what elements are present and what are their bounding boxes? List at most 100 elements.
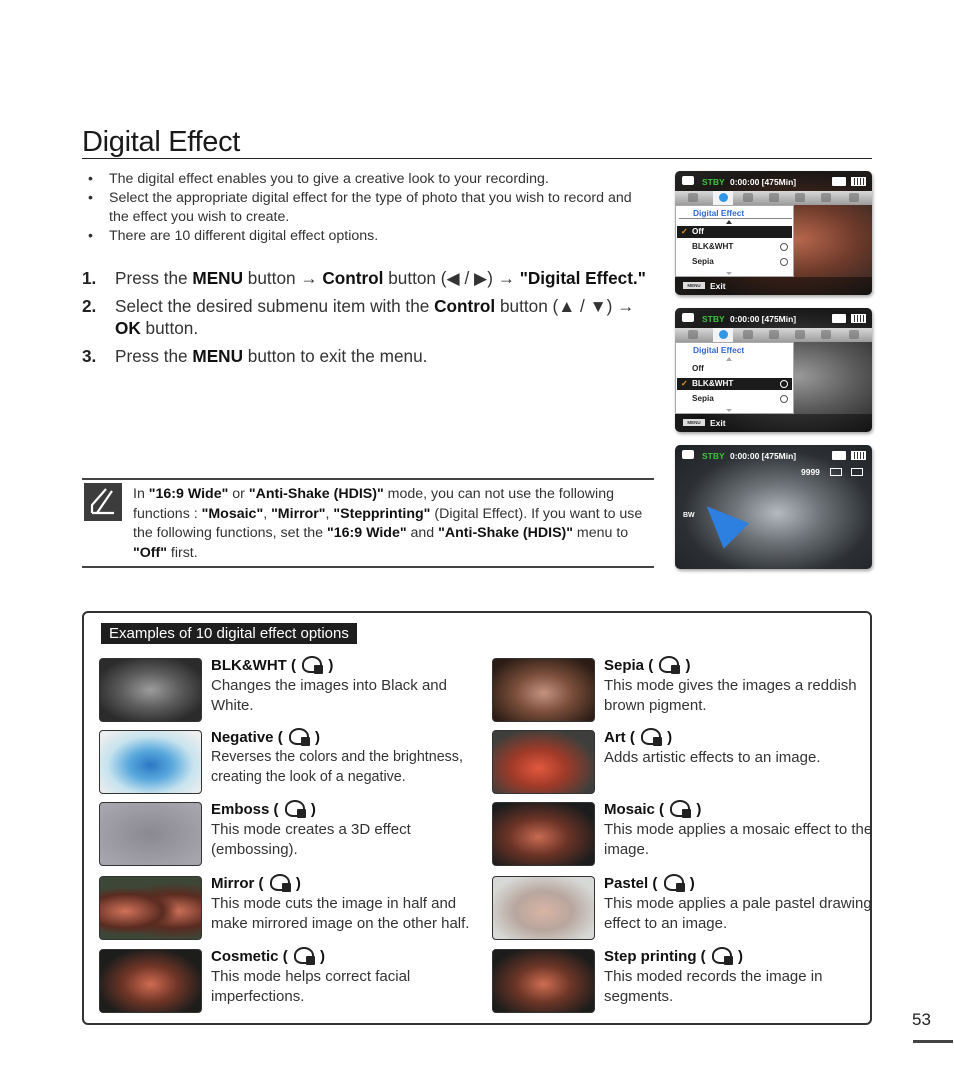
scroll-up-icon[interactable]	[726, 220, 732, 224]
menu-item-sepia[interactable]: Sepia	[677, 393, 792, 405]
digital-effect-tab-icon[interactable]	[719, 193, 728, 202]
menu-item-blkwht[interactable]: BLK&WHT	[677, 241, 792, 253]
status-bar: STBY 0:00:00 [475Min]	[675, 171, 872, 191]
standby-label: STBY	[702, 314, 725, 324]
page-title: Digital Effect	[82, 126, 241, 158]
menu-item-label: Off	[692, 364, 704, 373]
menu-item-label: BLK&WHT	[692, 242, 734, 251]
text: button to exit the menu.	[243, 346, 428, 366]
scene-tab-icon[interactable]	[688, 193, 698, 202]
menu-item-sepia[interactable]: Sepia	[677, 256, 792, 268]
step-text: Select the desired submenu item with the…	[115, 296, 634, 338]
scroll-up-icon[interactable]	[726, 357, 732, 361]
effect-thumbnail	[492, 802, 595, 866]
menu-item-label: Off	[692, 227, 704, 236]
sepia-effect-icon	[659, 656, 681, 674]
menu-item-off[interactable]: ✓ Off	[677, 226, 792, 238]
tab-icon[interactable]	[795, 193, 805, 202]
menu-tab-bar	[675, 328, 872, 342]
effect-description: This mode applies a pale pastel drawing …	[604, 895, 872, 932]
tab-icon[interactable]	[743, 193, 753, 202]
step-number: 3.	[82, 346, 97, 366]
menu-title: Digital Effect	[693, 208, 745, 218]
step-printing-effect-icon	[711, 947, 733, 965]
effect-description: This mode helps correct facial imperfect…	[211, 968, 411, 1005]
standby-label: STBY	[702, 177, 725, 187]
digital-effect-menu: Digital Effect Off ✓ BLK&WHT Sepia	[675, 342, 794, 414]
effect-thumbnail	[99, 802, 202, 866]
effect-description: This mode applies a mosaic effect to the…	[604, 821, 873, 858]
bullet-item: There are 10 different digital effect op…	[88, 227, 648, 246]
effect-example: Pastel ( ) This mode applies a pale paste…	[492, 874, 872, 940]
step-number: 2.	[82, 296, 97, 316]
text: or	[228, 486, 249, 502]
text: and	[406, 525, 439, 541]
effect-name: Mosaic	[604, 801, 655, 818]
effect-example: BLK&WHT ( ) Changes the images into Black…	[99, 656, 479, 722]
tab-icon[interactable]	[821, 330, 831, 339]
effect-thumbnail	[99, 949, 202, 1013]
video-camera-icon	[682, 313, 694, 322]
text: button.	[140, 318, 199, 338]
step-item: 3. Press the MENU button to exit the menu…	[82, 345, 662, 367]
title-divider	[82, 158, 872, 159]
step-text: Press the MENU button → Control button (…	[115, 268, 646, 288]
menu-item-off[interactable]: Off	[677, 363, 792, 375]
note-text: In "16:9 Wide" or "Anti-Shake (HDIS)" mo…	[133, 485, 658, 563]
effect-title: Cosmetic ( )	[211, 947, 326, 965]
effect-description: Adds artistic effects to an image.	[604, 749, 821, 766]
exit-label[interactable]: Exit	[710, 281, 726, 291]
menu-item-label: Sepia	[692, 394, 714, 403]
pastel-effect-icon	[663, 874, 685, 892]
sepia-effect-icon	[780, 395, 788, 403]
bold-text: MENU	[192, 346, 243, 366]
menu-item-blkwht[interactable]: ✓ BLK&WHT	[677, 378, 792, 390]
tab-icon[interactable]	[769, 330, 779, 339]
tab-icon[interactable]	[769, 193, 779, 202]
page-number: 53	[912, 1010, 931, 1029]
camera-screen-blkwht-selected: STBY 0:00:00 [475Min] Digital Effect Off…	[675, 308, 872, 432]
bold-text: "16:9 Wide"	[327, 525, 407, 541]
battery-icon	[851, 314, 866, 323]
page-number-rule	[913, 1040, 953, 1043]
effect-thumbnail	[492, 658, 595, 722]
scroll-down-icon[interactable]	[726, 272, 732, 275]
digital-effect-tab-icon[interactable]	[719, 330, 728, 339]
cosmetic-effect-icon	[293, 947, 315, 965]
image-quality-icon	[851, 468, 863, 476]
effect-description: This mode creates a 3D effect (embossing…	[211, 821, 411, 858]
time-counter: 0:00:00 [475Min]	[730, 451, 797, 461]
art-effect-icon	[641, 728, 663, 746]
tab-icon[interactable]	[795, 330, 805, 339]
step-item: 2. Select the desired submenu item with t…	[82, 295, 662, 339]
photo-count: 9999	[801, 467, 820, 477]
bullet-item: The digital effect enables you to give a…	[88, 170, 648, 189]
check-icon: ✓	[681, 227, 688, 236]
tab-icon[interactable]	[821, 193, 831, 202]
effect-title: Mosaic ( )	[604, 800, 702, 818]
effect-name: BLK&WHT	[211, 657, 287, 674]
bw-effect-icon	[780, 243, 788, 251]
grid-tab-icon[interactable]	[849, 330, 859, 339]
intro-bullets: The digital effect enables you to give a…	[88, 170, 648, 246]
menu-button-icon[interactable]: MENU	[683, 419, 705, 426]
effect-title: Step printing ( )	[604, 947, 744, 965]
scroll-down-icon[interactable]	[726, 409, 732, 412]
grid-tab-icon[interactable]	[849, 193, 859, 202]
text: button (▲ / ▼) →	[495, 296, 635, 316]
mirror-effect-icon	[269, 874, 291, 892]
exit-label[interactable]: Exit	[710, 418, 726, 428]
text: Select the desired submenu item with the	[115, 296, 435, 316]
effect-description: Reverses the colors and the brightness, …	[211, 749, 463, 785]
menu-button-icon[interactable]: MENU	[683, 282, 705, 289]
bw-effect-icon	[780, 380, 788, 388]
text: Press the	[115, 346, 193, 366]
bold-text: "Mosaic"	[201, 505, 264, 522]
text: menu to	[572, 525, 629, 541]
mosaic-effect-icon	[670, 800, 692, 818]
text: Press the	[115, 268, 193, 288]
effect-description: This mode gives the images a reddish bro…	[604, 677, 857, 714]
scene-tab-icon[interactable]	[688, 330, 698, 339]
tab-icon[interactable]	[743, 330, 753, 339]
effect-example: Step printing ( ) This moded records the …	[492, 947, 872, 1013]
